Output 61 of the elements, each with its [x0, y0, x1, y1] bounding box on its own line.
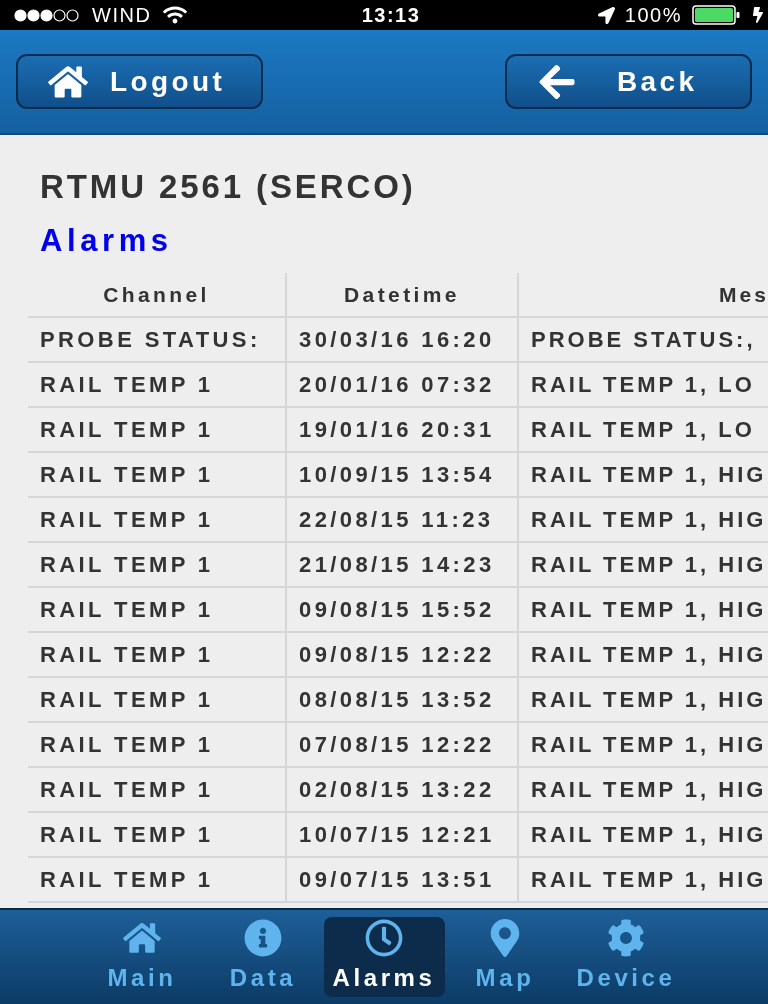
signal-dots-icon	[14, 8, 80, 22]
carrier-name: WIND	[92, 3, 152, 27]
table-cell: 09/08/15 15:52	[287, 588, 519, 631]
table-cell: 30/03/16 16:20	[287, 318, 519, 361]
table-cell: 10/09/15 13:54	[287, 453, 519, 496]
table-cell: RAIL TEMP 1	[28, 723, 287, 766]
table-cell-text: RAIL TEMP 1, LO	[530, 415, 756, 444]
table-cell-text: RAIL TEMP 1, HIG	[530, 685, 768, 714]
location-arrow-icon	[597, 6, 615, 24]
table-cell: RAIL TEMP 1	[28, 498, 287, 541]
section-title: Alarms	[40, 223, 174, 259]
clock-icon	[365, 919, 403, 957]
table-cell: 09/08/15 12:22	[287, 633, 519, 676]
tab[interactable]: Alarms	[323, 917, 445, 997]
table-cell-text: RAIL TEMP 1, HIG	[530, 460, 768, 489]
table-cell: RAIL TEMP 1	[28, 768, 287, 811]
column-header: Mes	[718, 281, 768, 308]
table-cell-text: RAIL TEMP 1, HIG	[530, 820, 768, 849]
table-cell: 08/08/15 13:52	[287, 678, 519, 721]
battery-percent: 100%	[624, 3, 682, 27]
charging-bolt-icon	[750, 7, 766, 23]
table-cell: 20/01/16 07:32	[287, 363, 519, 406]
table-cell-text: RAIL TEMP 1, HIG	[530, 640, 768, 669]
column-header: Datetime	[287, 273, 519, 316]
table-cell: RAIL TEMP 1	[28, 633, 287, 676]
table-cell-text: RAIL TEMP 1, HIG	[530, 595, 768, 624]
logout-button[interactable]: Logout	[16, 54, 263, 109]
table-cell: 22/08/15 11:23	[287, 498, 519, 541]
device-title: RTMU 2561 (SERCO)	[40, 167, 417, 207]
table-cell: RAIL TEMP 1	[28, 678, 287, 721]
info-icon	[244, 919, 282, 957]
table-cell: RAIL TEMP 1	[28, 363, 287, 406]
table-cell: RAIL TEMP 1	[28, 858, 287, 901]
table-cell: RAIL TEMP 1	[28, 453, 287, 496]
table-cell: RAIL TEMP 1	[28, 543, 287, 586]
table-cell-text: RAIL TEMP 1, LO	[530, 370, 756, 399]
status-time: 13:13	[361, 3, 421, 27]
tab[interactable]: Main	[81, 917, 203, 997]
column-header: Channel	[28, 273, 287, 316]
table-cell: RAIL TEMP 1	[28, 588, 287, 631]
table-cell-text: RAIL TEMP 1, HIG	[530, 550, 768, 579]
back-button[interactable]: Back	[505, 54, 752, 109]
table-cell-text: RAIL TEMP 1, HIG	[530, 730, 768, 759]
table-cell: PROBE STATUS:	[28, 318, 287, 361]
table-cell: 09/07/15 13:51	[287, 858, 519, 901]
table-cell-text: RAIL TEMP 1, HIG	[530, 505, 768, 534]
table-cell-text: RAIL TEMP 1, HIG	[530, 865, 768, 894]
battery-icon	[692, 5, 740, 25]
table-cell: 21/08/15 14:23	[287, 543, 519, 586]
table-cell: RAIL TEMP 1	[28, 408, 287, 451]
table-cell-text: RAIL TEMP 1, HIG	[530, 775, 768, 804]
table-cell: 10/07/15 12:21	[287, 813, 519, 856]
table-cell: 19/01/16 20:31	[287, 408, 519, 451]
table-cell: 02/08/15 13:22	[287, 768, 519, 811]
tab[interactable]: Map	[444, 917, 566, 997]
table-cell-text: PROBE STATUS:,	[530, 325, 757, 354]
tab[interactable]: Device	[565, 917, 687, 997]
table-cell: 07/08/15 12:22	[287, 723, 519, 766]
tab[interactable]: Data	[202, 917, 324, 997]
table-cell: RAIL TEMP 1	[28, 813, 287, 856]
settings-icon	[607, 919, 645, 957]
